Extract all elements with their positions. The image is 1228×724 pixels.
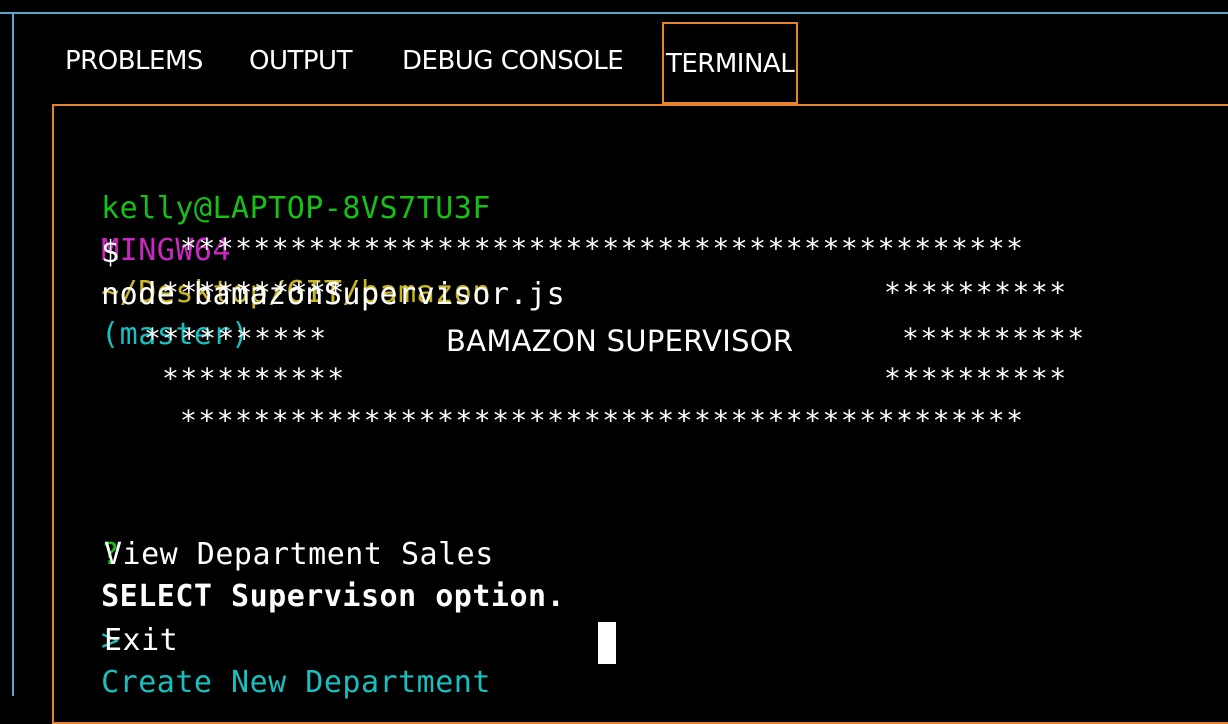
banner-row-4-left: ********** (162, 362, 346, 395)
terminal-cursor (598, 622, 616, 664)
banner-row-3-right: ********** (902, 322, 1086, 355)
tab-output[interactable]: OUTPUT (249, 34, 352, 88)
tab-debug-console[interactable]: DEBUG CONSOLE (402, 34, 624, 88)
banner-row-1: ****************************************… (180, 232, 1025, 265)
menu-option-exit[interactable]: Exit (104, 620, 178, 662)
tab-problems[interactable]: PROBLEMS (65, 34, 203, 88)
banner-row-3-left: ********** (144, 322, 328, 355)
prompt-symbol: $ (101, 235, 120, 270)
menu-option-label: Create New Department (101, 665, 491, 700)
banner-row-5: ****************************************… (180, 404, 1025, 437)
command-line: $ node bamazonSupervisor.js (64, 190, 565, 312)
banner-row-2-right: ********** (884, 276, 1068, 309)
prompt-line: kelly@LAPTOP-8VS7TU3F MINGW64 ~/Desktop/… (64, 146, 491, 352)
banner-row-4-right: ********** (884, 362, 1068, 395)
question-line: ? SELECT Supervison option. (64, 492, 565, 614)
window-frame-left (12, 12, 14, 696)
menu-option-create-new-department[interactable]: > Create New Department (64, 578, 491, 700)
tab-terminal[interactable]: TERMINAL (662, 22, 798, 104)
panel-tab-bar: PROBLEMS OUTPUT DEBUG CONSOLE TERMINAL (14, 14, 1228, 104)
banner-row-2-left: ********** (162, 276, 346, 309)
menu-option-view-department-sales[interactable]: View Department Sales (104, 534, 494, 576)
banner-title: BAMAZON SUPERVISOR (446, 324, 794, 358)
